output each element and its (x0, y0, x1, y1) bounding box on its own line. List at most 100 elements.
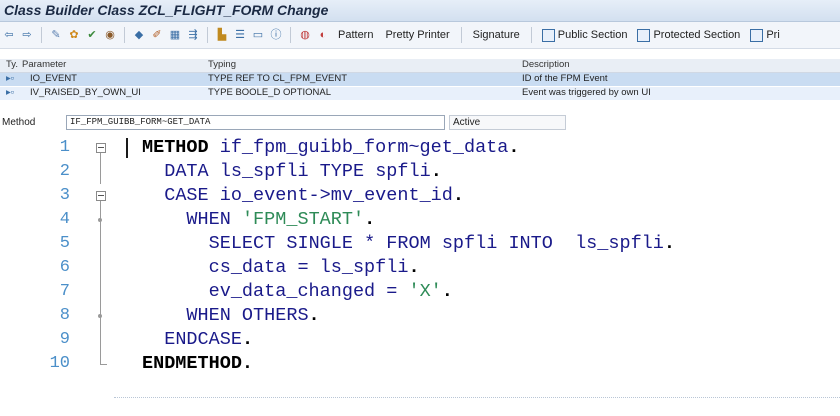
status-field: Active (449, 115, 566, 130)
pattern-icon[interactable]: ⓘ (269, 28, 283, 42)
test-icon[interactable]: ◆ (132, 28, 146, 42)
keyword: . (452, 185, 464, 206)
column-header-description[interactable]: Description (522, 59, 570, 70)
protected-section-button[interactable]: Protected Section (637, 28, 741, 42)
code-text: ENDCASE. (142, 328, 253, 352)
line-number: 9 (59, 330, 70, 349)
code-text: DATA ls_spfli TYPE spfli. (142, 160, 442, 184)
table-row[interactable]: ▸▫ IO_EVENT TYPE REF TO CL_FPM_EVENT ID … (0, 73, 840, 86)
back-arrow-icon[interactable]: ⇦ (2, 28, 16, 42)
parameter-table: Ty. Parameter Typing Description ▸▫ IO_E… (0, 59, 840, 103)
line-number: 8 (59, 306, 70, 325)
param-name: IV_RAISED_BY_OWN_UI (30, 87, 141, 98)
importing-param-icon: ▸▫ (6, 73, 15, 84)
toolbar-separator (41, 27, 42, 43)
table-row[interactable]: ▸▫ IV_RAISED_BY_OWN_UI TYPE BOOLE_D OPTI… (0, 87, 840, 100)
code-line[interactable]: 9 ENDCASE. (0, 328, 840, 352)
identifier: ev_data_changed = (208, 281, 409, 302)
identifier: io_event->mv_event_id (208, 185, 453, 206)
column-header-type[interactable]: Ty. (6, 59, 18, 70)
code-line[interactable]: 4 WHEN 'FPM_START'. (0, 208, 840, 232)
forward-arrow-icon[interactable]: ⇨ (20, 28, 34, 42)
code-line[interactable]: 10 ENDMETHOD. (0, 352, 840, 376)
fold-guide-icon (96, 232, 106, 256)
identifier: cs_data = ls_spfli (208, 257, 409, 278)
keyword: . (364, 209, 376, 230)
section-icon (637, 28, 651, 42)
fold-toggle-icon[interactable] (96, 184, 106, 208)
code-line[interactable]: 7 ev_data_changed = 'X'. (0, 280, 840, 304)
code-line[interactable]: 3 CASE io_event->mv_event_id. (0, 184, 840, 208)
identifier (231, 209, 242, 230)
public-section-label: Public Section (557, 29, 628, 41)
title-bar: Class Builder Class ZCL_FLIGHT_FORM Chan… (0, 0, 840, 22)
code-line[interactable]: 8 WHEN OTHERS. (0, 304, 840, 328)
method-name-field[interactable]: IF_FPM_GUIBB_FORM~GET_DATA (66, 115, 445, 130)
column-header-parameter[interactable]: Parameter (22, 59, 66, 70)
method-label: Method (2, 117, 36, 128)
private-section-button[interactable]: Pri (750, 28, 780, 42)
param-typing: TYPE BOOLE_D OPTIONAL (208, 87, 332, 98)
current-line-marker (126, 138, 128, 158)
keyword: . (663, 233, 675, 254)
private-section-label: Pri (766, 29, 780, 41)
code-line[interactable]: 6 cs_data = ls_spfli. (0, 256, 840, 280)
code-line[interactable]: 2 DATA ls_spfli TYPE spfli. (0, 160, 840, 184)
section-icon (750, 28, 764, 42)
method-row: Method IF_FPM_GUIBB_FORM~GET_DATA Active (0, 114, 840, 132)
identifier: if_fpm_guibb_form~get_data (208, 137, 509, 158)
keyword: TYPE (319, 161, 365, 182)
line-number: 1 (59, 138, 70, 157)
protected-section-label: Protected Section (653, 29, 741, 41)
info-icon[interactable]: ☰ (233, 28, 247, 42)
fold-marker-icon (96, 304, 106, 328)
string-literal: 'FPM_START' (241, 209, 365, 230)
keyword: SINGLE (286, 233, 353, 254)
where-used-icon[interactable]: ✐ (150, 28, 164, 42)
param-typing: TYPE REF TO CL_FPM_EVENT (208, 73, 348, 84)
other-object-icon[interactable]: ✎ (49, 28, 63, 42)
keyword: . (508, 137, 520, 158)
line-number: 6 (59, 258, 70, 277)
toolbar-separator (290, 27, 291, 43)
keyword: SELECT (208, 233, 276, 254)
insert-icon[interactable]: ◍ (298, 28, 312, 42)
code-text: CASE io_event->mv_event_id. (142, 184, 464, 208)
help-icon[interactable]: ▭ (251, 28, 265, 42)
pattern-button[interactable]: Pattern (338, 29, 373, 41)
display-change-icon[interactable]: ✿ (67, 28, 81, 42)
code-editor[interactable]: 1 METHOD if_fpm_guibb_form~get_data. 2 DAT… (0, 134, 840, 416)
code-text: WHEN 'FPM_START'. (142, 208, 375, 232)
keyword: DATA (164, 161, 209, 182)
fold-toggle-icon[interactable] (96, 136, 106, 160)
navigate-icon[interactable]: ⇶ (186, 28, 200, 42)
string-literal: 'X' (408, 281, 442, 302)
toolbar-separator (124, 27, 125, 43)
pattern-insert-icon[interactable]: ◐ (316, 28, 330, 42)
activate-icon[interactable]: ◉ (103, 28, 117, 42)
toolbar-separator (460, 27, 462, 43)
code-text: cs_data = ls_spfli. (142, 256, 420, 280)
edit-icon[interactable]: ▦ (168, 28, 182, 42)
check-icon[interactable]: ✔ (85, 28, 99, 42)
identifier: spfli (430, 233, 509, 254)
keyword: . (308, 305, 320, 326)
hierarchy-icon[interactable]: ▙ (215, 28, 229, 42)
code-line[interactable]: 5 SELECT SINGLE * FROM spfli INTO ls_spf… (0, 232, 840, 256)
signature-button[interactable]: Signature (473, 29, 520, 41)
line-number: 4 (59, 210, 70, 229)
pretty-printer-button[interactable]: Pretty Printer (385, 29, 449, 41)
code-line[interactable]: 1 METHOD if_fpm_guibb_form~get_data. (0, 136, 840, 160)
param-name: IO_EVENT (30, 73, 77, 84)
public-section-button[interactable]: Public Section (541, 28, 628, 42)
keyword: . (241, 353, 254, 374)
identifier: ls_spfli (552, 233, 664, 254)
column-header-typing[interactable]: Typing (208, 59, 236, 70)
line-number: 7 (59, 282, 70, 301)
section-icon (541, 28, 555, 42)
line-number: 5 (59, 234, 70, 253)
code-text: ev_data_changed = 'X'. (142, 280, 453, 304)
